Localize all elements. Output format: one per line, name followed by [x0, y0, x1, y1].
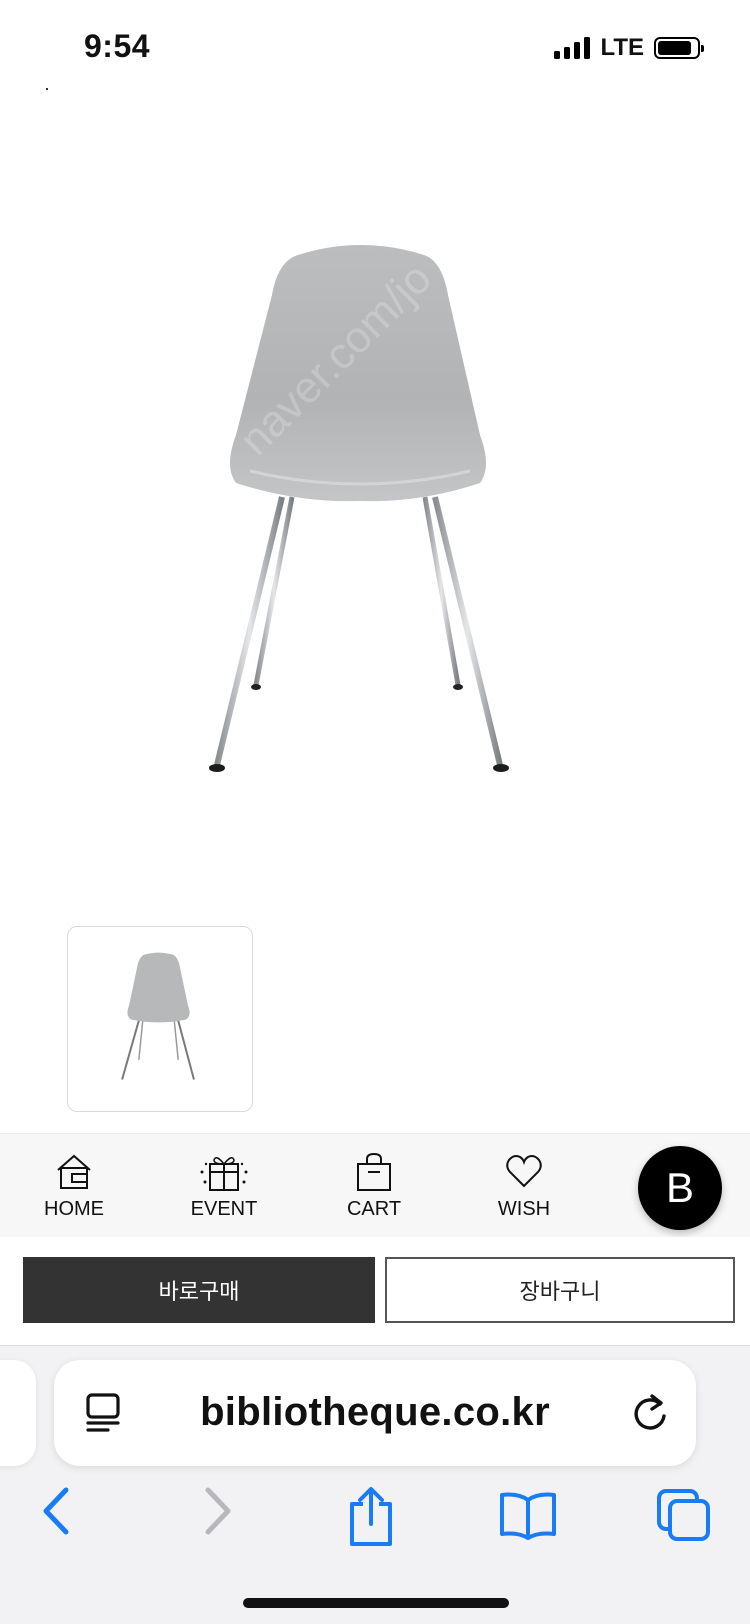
- bookmarks-icon[interactable]: [498, 1490, 558, 1540]
- add-to-cart-button[interactable]: 장바구니: [385, 1257, 735, 1323]
- nav-cart[interactable]: CART: [314, 1152, 434, 1221]
- tabs-icon[interactable]: [656, 1488, 712, 1542]
- nav-home-label: HOME: [44, 1198, 104, 1220]
- nav-event-label: EVENT: [190, 1198, 258, 1220]
- signal-icon: [554, 37, 591, 59]
- nav-wish-label: WISH: [497, 1198, 551, 1220]
- home-indicator: [243, 1598, 509, 1608]
- browser-toolbar: [0, 1486, 750, 1556]
- address-bar[interactable]: bibliotheque.co.kr: [54, 1360, 696, 1466]
- shop-bottom-nav: HOME EVENT CART WISH B: [0, 1133, 750, 1238]
- nav-cart-label: CART: [346, 1198, 402, 1220]
- home-icon: [57, 1154, 91, 1189]
- bag-icon: [357, 1152, 391, 1191]
- previous-tab-preview[interactable]: [0, 1360, 36, 1466]
- status-time: 9:54: [84, 28, 151, 64]
- nav-wish[interactable]: WISH: [464, 1152, 584, 1221]
- back-icon[interactable]: [38, 1486, 74, 1536]
- reload-icon[interactable]: [630, 1392, 670, 1434]
- buy-now-button[interactable]: 바로구매: [23, 1257, 375, 1323]
- gift-icon: [200, 1157, 248, 1191]
- product-image[interactable]: [180, 235, 560, 775]
- url-text: bibliotheque.co.kr: [200, 1390, 550, 1434]
- battery-icon: [654, 37, 704, 59]
- browser-chrome: bibliotheque.co.kr: [0, 1345, 750, 1624]
- status-indicators: LTE: [554, 34, 704, 62]
- purchase-actions: 바로구매 장바구니: [0, 1237, 750, 1345]
- forward-icon[interactable]: [200, 1486, 236, 1536]
- status-bar: 9:54 LTE: [0, 0, 750, 96]
- heart-icon: [506, 1155, 542, 1188]
- nav-home[interactable]: HOME: [14, 1152, 134, 1221]
- floating-b-button[interactable]: B: [638, 1146, 722, 1230]
- stray-dot: [46, 88, 48, 90]
- chair-thumbnail-image: [121, 952, 195, 1080]
- nav-event[interactable]: EVENT: [164, 1152, 284, 1221]
- product-thumbnail[interactable]: [67, 926, 253, 1112]
- network-type: LTE: [600, 34, 644, 61]
- share-icon[interactable]: [346, 1486, 396, 1548]
